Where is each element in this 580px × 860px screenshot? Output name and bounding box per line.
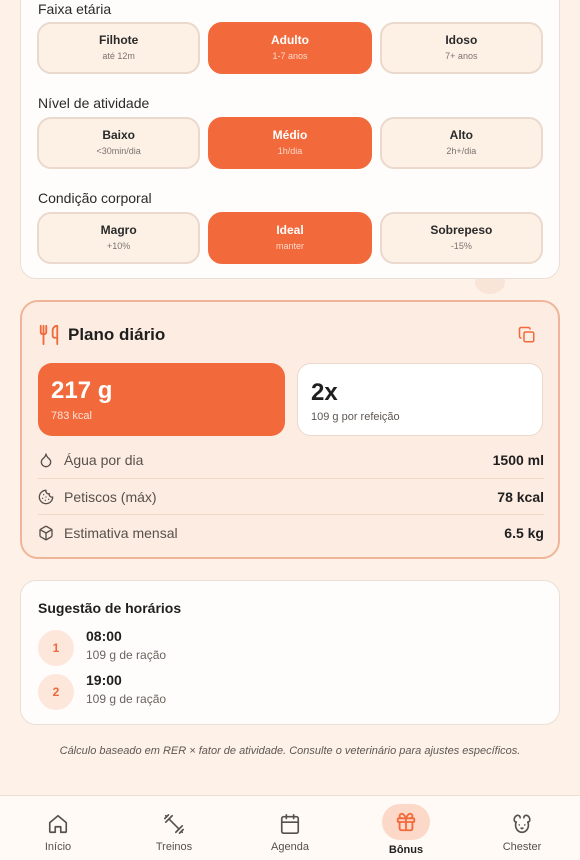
schedule-number: 1	[38, 630, 74, 666]
option-sub: manter	[275, 241, 304, 251]
daily-kcal-value: 783 kcal	[51, 410, 92, 422]
option-title: Filhote	[99, 33, 139, 47]
row-label: Estimativa mensal	[64, 524, 178, 541]
option-sub: -15%	[450, 241, 472, 251]
activity-option-alto[interactable]: Alto 2h+/dia	[379, 117, 543, 169]
schedule-amount: 109 g de ração	[86, 648, 167, 662]
dog-icon	[513, 814, 531, 834]
option-title: Baixo	[102, 128, 135, 142]
per-meal-amount: 109 g por refeição	[311, 411, 400, 423]
age-option-adulto[interactable]: Adulto 1-7 anos	[208, 22, 372, 74]
pet-profile-card: Faixa etária Filhote até 12m Adulto 1-7 …	[20, 0, 560, 279]
body-option-sobrepeso[interactable]: Sobrepeso -15%	[379, 212, 543, 264]
schedule-item: 2 19:00 109 g de ração	[38, 672, 438, 712]
nav-item-agenda[interactable]: Agenda	[232, 796, 348, 860]
option-sub: até 12m	[102, 51, 135, 61]
body-option-ideal[interactable]: Ideal manter	[208, 212, 372, 264]
treats-row: Petiscos (máx) 78 kcal	[38, 478, 544, 514]
schedule-time: 08:00	[86, 628, 122, 644]
option-sub: 7+ anos	[445, 51, 478, 61]
bottom-nav: Início Treinos Agenda Bônus Chester	[0, 795, 580, 860]
schedule-item: 1 08:00 109 g de ração	[38, 628, 438, 668]
row-value: 6.5 kg	[504, 524, 544, 541]
option-sub: +10%	[107, 241, 131, 251]
box-icon	[39, 525, 53, 540]
daily-amount-box: 217 g 783 kcal	[38, 363, 285, 436]
plan-title: Plano diário	[68, 325, 166, 344]
body-option-magro[interactable]: Magro +10%	[37, 212, 201, 264]
nav-label: Bônus	[388, 844, 424, 856]
nav-item-treinos[interactable]: Treinos	[116, 796, 232, 860]
option-title: Idoso	[445, 33, 478, 47]
body-condition-options: Magro +10% Ideal manter Sobrepeso -15%	[37, 212, 543, 264]
age-label: Faixa etária	[38, 1, 112, 17]
nav-item-inicio[interactable]: Início	[0, 796, 116, 860]
calculation-footnote: Cálculo baseado em RER × fator de ativid…	[59, 745, 521, 757]
schedule-card: Sugestão de horários 1 08:00 109 g de ra…	[20, 580, 560, 725]
schedule-title: Sugestão de horários	[38, 600, 182, 616]
water-row: Água por dia 1500 ml	[38, 442, 544, 478]
row-label: Água por dia	[64, 452, 144, 468]
row-value: 1500 ml	[492, 452, 544, 468]
activity-label: Nível de atividade	[38, 95, 150, 111]
home-icon	[48, 814, 68, 834]
option-title: Adulto	[270, 33, 309, 47]
nav-item-chester[interactable]: Chester	[464, 796, 580, 860]
meals-box: 2x 109 g por refeição	[297, 363, 543, 436]
meals-count: 2x	[311, 379, 338, 406]
calendar-icon	[280, 814, 300, 834]
dumbbell-icon	[164, 814, 184, 834]
row-label: Petiscos (máx)	[64, 488, 157, 505]
age-option-filhote[interactable]: Filhote até 12m	[37, 22, 201, 74]
schedule-number: 2	[38, 674, 74, 710]
age-option-idoso[interactable]: Idoso 7+ anos	[379, 22, 543, 74]
activity-option-medio[interactable]: Médio 1h/dia	[208, 117, 372, 169]
option-title: Alto	[449, 128, 473, 142]
body-condition-label: Condição corporal	[38, 190, 152, 206]
age-options: Filhote até 12m Adulto 1-7 anos Idoso 7+…	[37, 22, 543, 74]
nav-label: Início	[44, 841, 72, 853]
monthly-estimate-row: Estimativa mensal 6.5 kg	[38, 514, 544, 550]
gift-icon	[396, 812, 416, 832]
utensils-icon	[39, 324, 59, 346]
droplet-icon	[40, 453, 52, 468]
option-title: Magro	[100, 223, 137, 237]
option-sub: 1-7 anos	[272, 51, 308, 61]
row-value: 78 kcal	[497, 488, 544, 505]
daily-amount-value: 217 g	[51, 377, 113, 404]
copy-icon[interactable]	[518, 326, 536, 344]
nav-label: Treinos	[155, 841, 193, 853]
option-sub: <30min/dia	[96, 146, 141, 156]
nav-item-bonus[interactable]: Bônus	[348, 796, 464, 860]
option-title: Médio	[272, 128, 308, 142]
option-sub: 1h/dia	[277, 146, 303, 156]
option-title: Ideal	[276, 223, 304, 237]
daily-plan-card: Plano diário 217 g 783 kcal 2x 109 g por…	[20, 300, 560, 559]
schedule-time: 19:00	[86, 672, 122, 688]
option-title: Sobrepeso	[430, 223, 493, 237]
cookie-icon	[38, 489, 54, 504]
option-sub: 2h+/dia	[446, 146, 477, 156]
nav-label: Chester	[502, 841, 542, 853]
nav-label: Agenda	[271, 841, 309, 853]
schedule-amount: 109 g de ração	[86, 692, 167, 706]
activity-option-baixo[interactable]: Baixo <30min/dia	[37, 117, 201, 169]
activity-options: Baixo <30min/dia Médio 1h/dia Alto 2h+/d…	[37, 117, 543, 169]
